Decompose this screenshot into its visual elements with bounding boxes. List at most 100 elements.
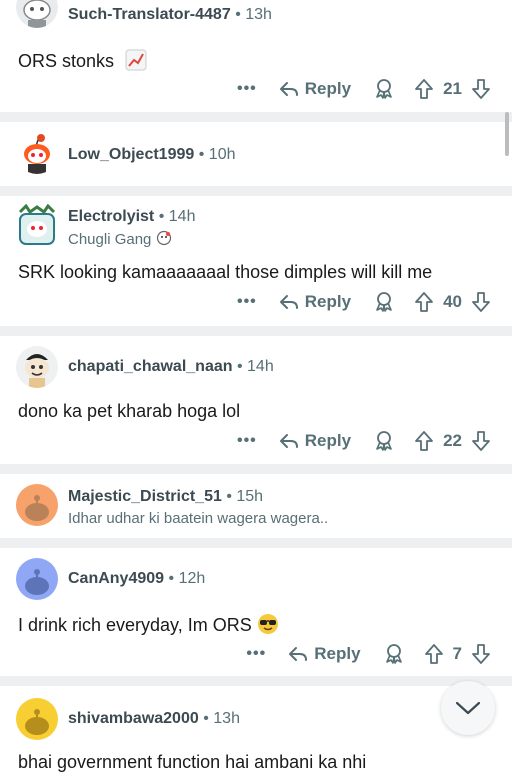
timestamp: 13h bbox=[245, 6, 272, 23]
downvote-icon[interactable] bbox=[470, 430, 492, 452]
snoo-avatar-icon bbox=[25, 569, 49, 595]
downvote-icon[interactable] bbox=[470, 643, 492, 665]
reply-button[interactable]: Reply bbox=[288, 644, 361, 664]
username[interactable]: CanAny4909 bbox=[68, 570, 164, 587]
comment-1: Such-Translator-4487 • 13h ORS stonks ••… bbox=[0, 0, 512, 112]
meta-separator: • bbox=[235, 6, 241, 23]
comment-separator bbox=[0, 676, 512, 686]
comment-4: chapati_chawal_naan • 14h dono ka pet kh… bbox=[0, 336, 512, 464]
comment-body: ORS stonks bbox=[18, 49, 147, 76]
avatar[interactable] bbox=[16, 558, 58, 600]
snoo-avatar-icon bbox=[25, 709, 49, 735]
comment-5[interactable]: Majestic_District_51 • 15h Idhar udhar k… bbox=[0, 474, 512, 538]
snoo-avatar-icon bbox=[25, 354, 49, 388]
comment-body: bhai government function hai ambani ka n… bbox=[18, 752, 367, 772]
comment-meta: chapati_chawal_naan • 14h bbox=[68, 358, 274, 376]
comment-actions: ••• Reply 7 bbox=[246, 639, 512, 669]
flair-text: Chugli Gang bbox=[68, 231, 152, 248]
snoo-avatar-icon bbox=[24, 134, 50, 174]
username[interactable]: chapati_chawal_naan bbox=[68, 358, 233, 375]
award-icon[interactable] bbox=[373, 78, 395, 100]
vote-score: 40 bbox=[443, 292, 462, 311]
avatar[interactable] bbox=[16, 346, 58, 388]
meta-separator: • bbox=[203, 710, 209, 727]
avatar[interactable] bbox=[16, 698, 58, 740]
avatar[interactable] bbox=[16, 0, 58, 28]
comment-body: dono ka pet kharab hoga lol bbox=[18, 401, 241, 421]
upvote-icon[interactable] bbox=[413, 430, 435, 452]
reply-label: Reply bbox=[304, 431, 352, 450]
comment-7: shivambawa2000 • 13h bhai government fun… bbox=[0, 686, 512, 780]
downvote-icon[interactable] bbox=[470, 291, 492, 313]
reply-button[interactable]: Reply bbox=[279, 431, 351, 451]
downvote-icon[interactable] bbox=[470, 78, 492, 100]
upvote-icon[interactable] bbox=[423, 643, 445, 665]
comment-text: I drink rich everyday, Im ORS bbox=[18, 615, 252, 635]
award-icon[interactable] bbox=[373, 291, 395, 313]
more-options-button[interactable]: ••• bbox=[237, 80, 257, 98]
comment-body: SRK looking kamaaaaaaal those dimples wi… bbox=[18, 262, 433, 282]
username[interactable]: Low_Object1999 bbox=[68, 146, 194, 163]
username[interactable]: Electrolyist bbox=[68, 208, 154, 225]
meta-separator: • bbox=[198, 146, 205, 163]
upvote-icon[interactable] bbox=[413, 291, 435, 313]
avatar[interactable] bbox=[16, 204, 58, 246]
avatar[interactable] bbox=[16, 484, 58, 526]
comment-meta: shivambawa2000 • 13h bbox=[68, 710, 240, 728]
vote-score: 7 bbox=[452, 644, 462, 663]
username[interactable]: Such-Translator-4487 bbox=[68, 6, 231, 23]
vote-score: 22 bbox=[443, 431, 462, 450]
user-flair: Idhar udhar ki baatein wagera wagera.. bbox=[68, 510, 329, 527]
comment-6: CanAny4909 • 12h I drink rich everyday, … bbox=[0, 548, 512, 676]
snoo-avatar-icon bbox=[25, 495, 49, 521]
reply-label: Reply bbox=[304, 292, 352, 311]
username[interactable]: Majestic_District_51 bbox=[68, 488, 222, 505]
comment-actions: ••• Reply 40 bbox=[237, 287, 512, 317]
comment-meta: Majestic_District_51 • 15h bbox=[68, 488, 263, 506]
comment-separator bbox=[0, 186, 512, 196]
comment-meta: CanAny4909 • 12h bbox=[68, 570, 205, 588]
reply-button[interactable]: Reply bbox=[279, 79, 351, 99]
snoo-avatar-icon bbox=[18, 204, 56, 245]
reply-icon bbox=[279, 434, 298, 448]
more-options-button[interactable]: ••• bbox=[237, 293, 257, 311]
more-options-button[interactable]: ••• bbox=[246, 645, 266, 663]
face-icon bbox=[156, 230, 172, 250]
comment-separator bbox=[0, 112, 512, 122]
timestamp: 14h bbox=[247, 358, 274, 375]
comment-meta: Electrolyist • 14h bbox=[68, 208, 195, 226]
scrollbar[interactable] bbox=[505, 112, 509, 156]
meta-separator: • bbox=[158, 208, 165, 225]
meta-separator: • bbox=[168, 570, 175, 587]
award-icon[interactable] bbox=[373, 430, 395, 452]
chart-increasing-icon bbox=[125, 49, 147, 76]
reply-label: Reply bbox=[314, 644, 361, 663]
comment-body: I drink rich everyday, Im ORS bbox=[18, 613, 279, 640]
timestamp: 13h bbox=[213, 710, 240, 727]
snoo-avatar-icon bbox=[23, 0, 51, 28]
upvote-icon[interactable] bbox=[413, 78, 435, 100]
reply-label: Reply bbox=[304, 79, 352, 98]
comment-meta: Low_Object1999 • 10h bbox=[68, 146, 236, 164]
comment-2[interactable]: Low_Object1999 • 10h bbox=[0, 122, 512, 186]
reply-icon bbox=[279, 295, 298, 309]
reply-icon bbox=[289, 647, 308, 661]
timestamp: 14h bbox=[168, 208, 196, 225]
comment-separator bbox=[0, 464, 512, 474]
award-icon[interactable] bbox=[383, 643, 405, 665]
more-options-button[interactable]: ••• bbox=[237, 432, 257, 450]
scroll-down-button[interactable] bbox=[441, 681, 495, 735]
comment-separator bbox=[0, 326, 512, 336]
reply-button[interactable]: Reply bbox=[279, 292, 351, 312]
comment-meta: Such-Translator-4487 • 13h bbox=[68, 6, 272, 24]
avatar[interactable] bbox=[16, 132, 58, 174]
comment-separator bbox=[0, 538, 512, 548]
chevron-down-icon bbox=[455, 701, 481, 715]
timestamp: 12h bbox=[178, 570, 206, 587]
comment-text: ORS stonks bbox=[18, 51, 115, 71]
comment-3: Electrolyist • 14h Chugli Gang SRK looki… bbox=[0, 196, 512, 326]
timestamp: 15h bbox=[236, 488, 264, 505]
username[interactable]: shivambawa2000 bbox=[68, 710, 199, 727]
comment-actions: ••• Reply 22 bbox=[237, 426, 512, 456]
user-flair: Chugli Gang bbox=[68, 230, 172, 250]
